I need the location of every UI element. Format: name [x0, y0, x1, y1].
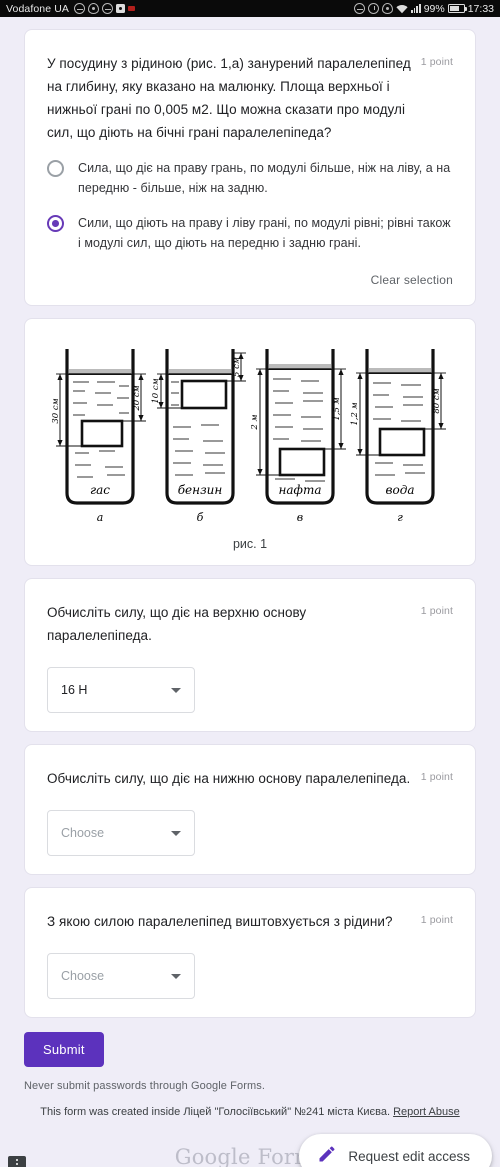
question-card-3: Обчисліть силу, що діє на нижню основу п…: [24, 744, 476, 875]
question-header-3: Обчисліть силу, що діє на нижню основу п…: [47, 767, 453, 790]
question-card-4: З якою силою паралелепіпед виштовхується…: [24, 887, 476, 1018]
clear-selection-button[interactable]: Clear selection: [371, 273, 453, 287]
status-bar-left: Vodafone UA: [6, 3, 135, 15]
carrier-label: Vodafone UA: [6, 2, 69, 15]
battery-percent-label: 99%: [423, 2, 445, 15]
password-disclaimer: Never submit passwords through Google Fo…: [24, 1080, 265, 1092]
location-icon: [73, 3, 85, 14]
vessel-b-letter: б: [197, 511, 204, 524]
dropdown-select-3[interactable]: Choose: [47, 953, 195, 999]
form-page: У посудину з рідиною (рис. 1,а) занурени…: [0, 29, 500, 1018]
eye-icon-right: [381, 3, 393, 14]
chevron-down-icon[interactable]: [171, 687, 181, 693]
vessel-c-right-dim: 1,5 м: [332, 397, 342, 420]
chevron-down-icon[interactable]: [171, 973, 181, 979]
vessel-b-liquid-label: бензин: [178, 483, 223, 497]
request-edit-access-label: Request edit access: [348, 1148, 470, 1164]
app-icon: [115, 4, 125, 13]
question-header-4: З якою силою паралелепіпед виштовхується…: [47, 910, 453, 933]
radio-option-1[interactable]: Сила, що діє на праву грань, по модулі б…: [47, 158, 453, 198]
vessels-diagram: 30 см 20 см гас а 10 см 5 см бензин б 2 …: [51, 349, 446, 524]
report-abuse-link[interactable]: Report Abuse: [393, 1106, 460, 1118]
question-points-4: 1 point: [420, 914, 453, 926]
vessel-d-right-dim: 80 см: [432, 388, 442, 413]
alarm-icon: [367, 3, 379, 14]
dropdown-value-3: Choose: [61, 969, 105, 983]
pencil-icon: [317, 1144, 337, 1167]
brand-row: Google Forms Request edit access: [0, 1134, 500, 1167]
chevron-down-icon[interactable]: [171, 830, 181, 836]
radio-option-label-2: Сили, що діють на праву і ліву грані, по…: [78, 216, 451, 250]
clock-label: 17:33: [467, 2, 494, 15]
dropdown-value-2: Choose: [61, 826, 105, 840]
vessel-d-liquid-label: вода: [386, 483, 415, 497]
wifi-icon: [396, 4, 408, 14]
no-sound-icon: [353, 3, 365, 14]
battery-icon: [447, 4, 467, 13]
signal-icon: [410, 4, 421, 13]
red-badge-icon: [127, 6, 135, 11]
figure-wrapper: 30 см 20 см гас а 10 см 5 см бензин б 2 …: [37, 341, 463, 551]
whatsapp-icon: [101, 3, 113, 14]
vessel-d: 1,2 м 80 см вода г: [350, 349, 446, 524]
created-inside-text: This form was created inside Ліцей "Голо…: [40, 1106, 391, 1118]
radio-icon-unchecked[interactable]: [47, 160, 64, 177]
radio-group-1: Сила, що діє на праву грань, по модулі б…: [47, 158, 453, 253]
question-card-1: У посудину з рідиною (рис. 1,а) занурени…: [24, 29, 476, 306]
vessel-d-letter: г: [397, 511, 403, 524]
request-edit-access-button[interactable]: Request edit access: [299, 1134, 492, 1167]
radio-option-2[interactable]: Сили, що діють на праву і ліву грані, по…: [47, 213, 453, 253]
vessel-a-right-dim: 20 см: [132, 385, 142, 411]
vessel-c-liquid-label: нафта: [279, 483, 322, 497]
question-text-3: Обчисліть силу, що діє на нижню основу п…: [47, 771, 411, 786]
vessel-d-left-dim: 1,2 м: [350, 402, 360, 425]
vessel-a: 30 см 20 см гас а: [51, 349, 146, 524]
vessel-a-letter: а: [97, 511, 104, 524]
vessel-b-left-dim: 10 см: [151, 378, 161, 403]
vessel-a-left-dim: 30 см: [51, 398, 61, 423]
eye-icon: [87, 3, 99, 14]
question-points-2: 1 point: [420, 605, 453, 617]
question-header-1: У посудину з рідиною (рис. 1,а) занурени…: [47, 52, 453, 144]
question-header-2: Обчисліть силу, що діє на верхню основу …: [47, 601, 453, 647]
vessel-a-liquid-label: гас: [90, 483, 110, 497]
radio-icon-checked[interactable]: [47, 215, 64, 232]
clear-selection-row: Clear selection: [47, 273, 453, 287]
dropdown-value-1: 16 Н: [61, 683, 88, 697]
vessel-c-letter: в: [297, 511, 303, 524]
vessel-b: 10 см 5 см бензин б: [151, 349, 246, 524]
figure-caption: рис. 1: [232, 537, 268, 551]
question-points-1: 1 point: [420, 56, 453, 68]
vessel-b-right-dim: 5 см: [232, 357, 242, 377]
question-card-2: Обчисліть силу, що діє на верхню основу …: [24, 578, 476, 732]
brand-google-text: Google: [174, 1145, 251, 1167]
figure-card: 30 см 20 см гас а 10 см 5 см бензин б 2 …: [24, 318, 476, 566]
question-points-3: 1 point: [420, 771, 453, 783]
question-text-4: З якою силою паралелепіпед виштовхується…: [47, 914, 393, 929]
status-bar-right: 99% 17:33: [353, 2, 494, 15]
question-text-1: У посудину з рідиною (рис. 1,а) занурени…: [47, 56, 411, 140]
question-text-2: Обчисліть силу, що діє на верхню основу …: [47, 605, 307, 643]
status-bar: Vodafone UA 99% 17:33: [0, 0, 500, 17]
vessel-c: 2 м 1,5 м нафта в: [250, 349, 346, 524]
submit-row: Submit: [0, 1018, 500, 1067]
dropdown-select-2[interactable]: Choose: [47, 810, 195, 856]
created-inside-line: This form was created inside Ліцей "Голо…: [0, 1106, 500, 1118]
vessel-c-left-dim: 2 м: [250, 414, 260, 430]
dropdown-select-1[interactable]: 16 Н: [47, 667, 195, 713]
navigation-hint-icon: [8, 1156, 26, 1167]
submit-button[interactable]: Submit: [24, 1032, 104, 1067]
radio-option-label-1: Сила, що діє на праву грань, по модулі б…: [78, 161, 451, 195]
